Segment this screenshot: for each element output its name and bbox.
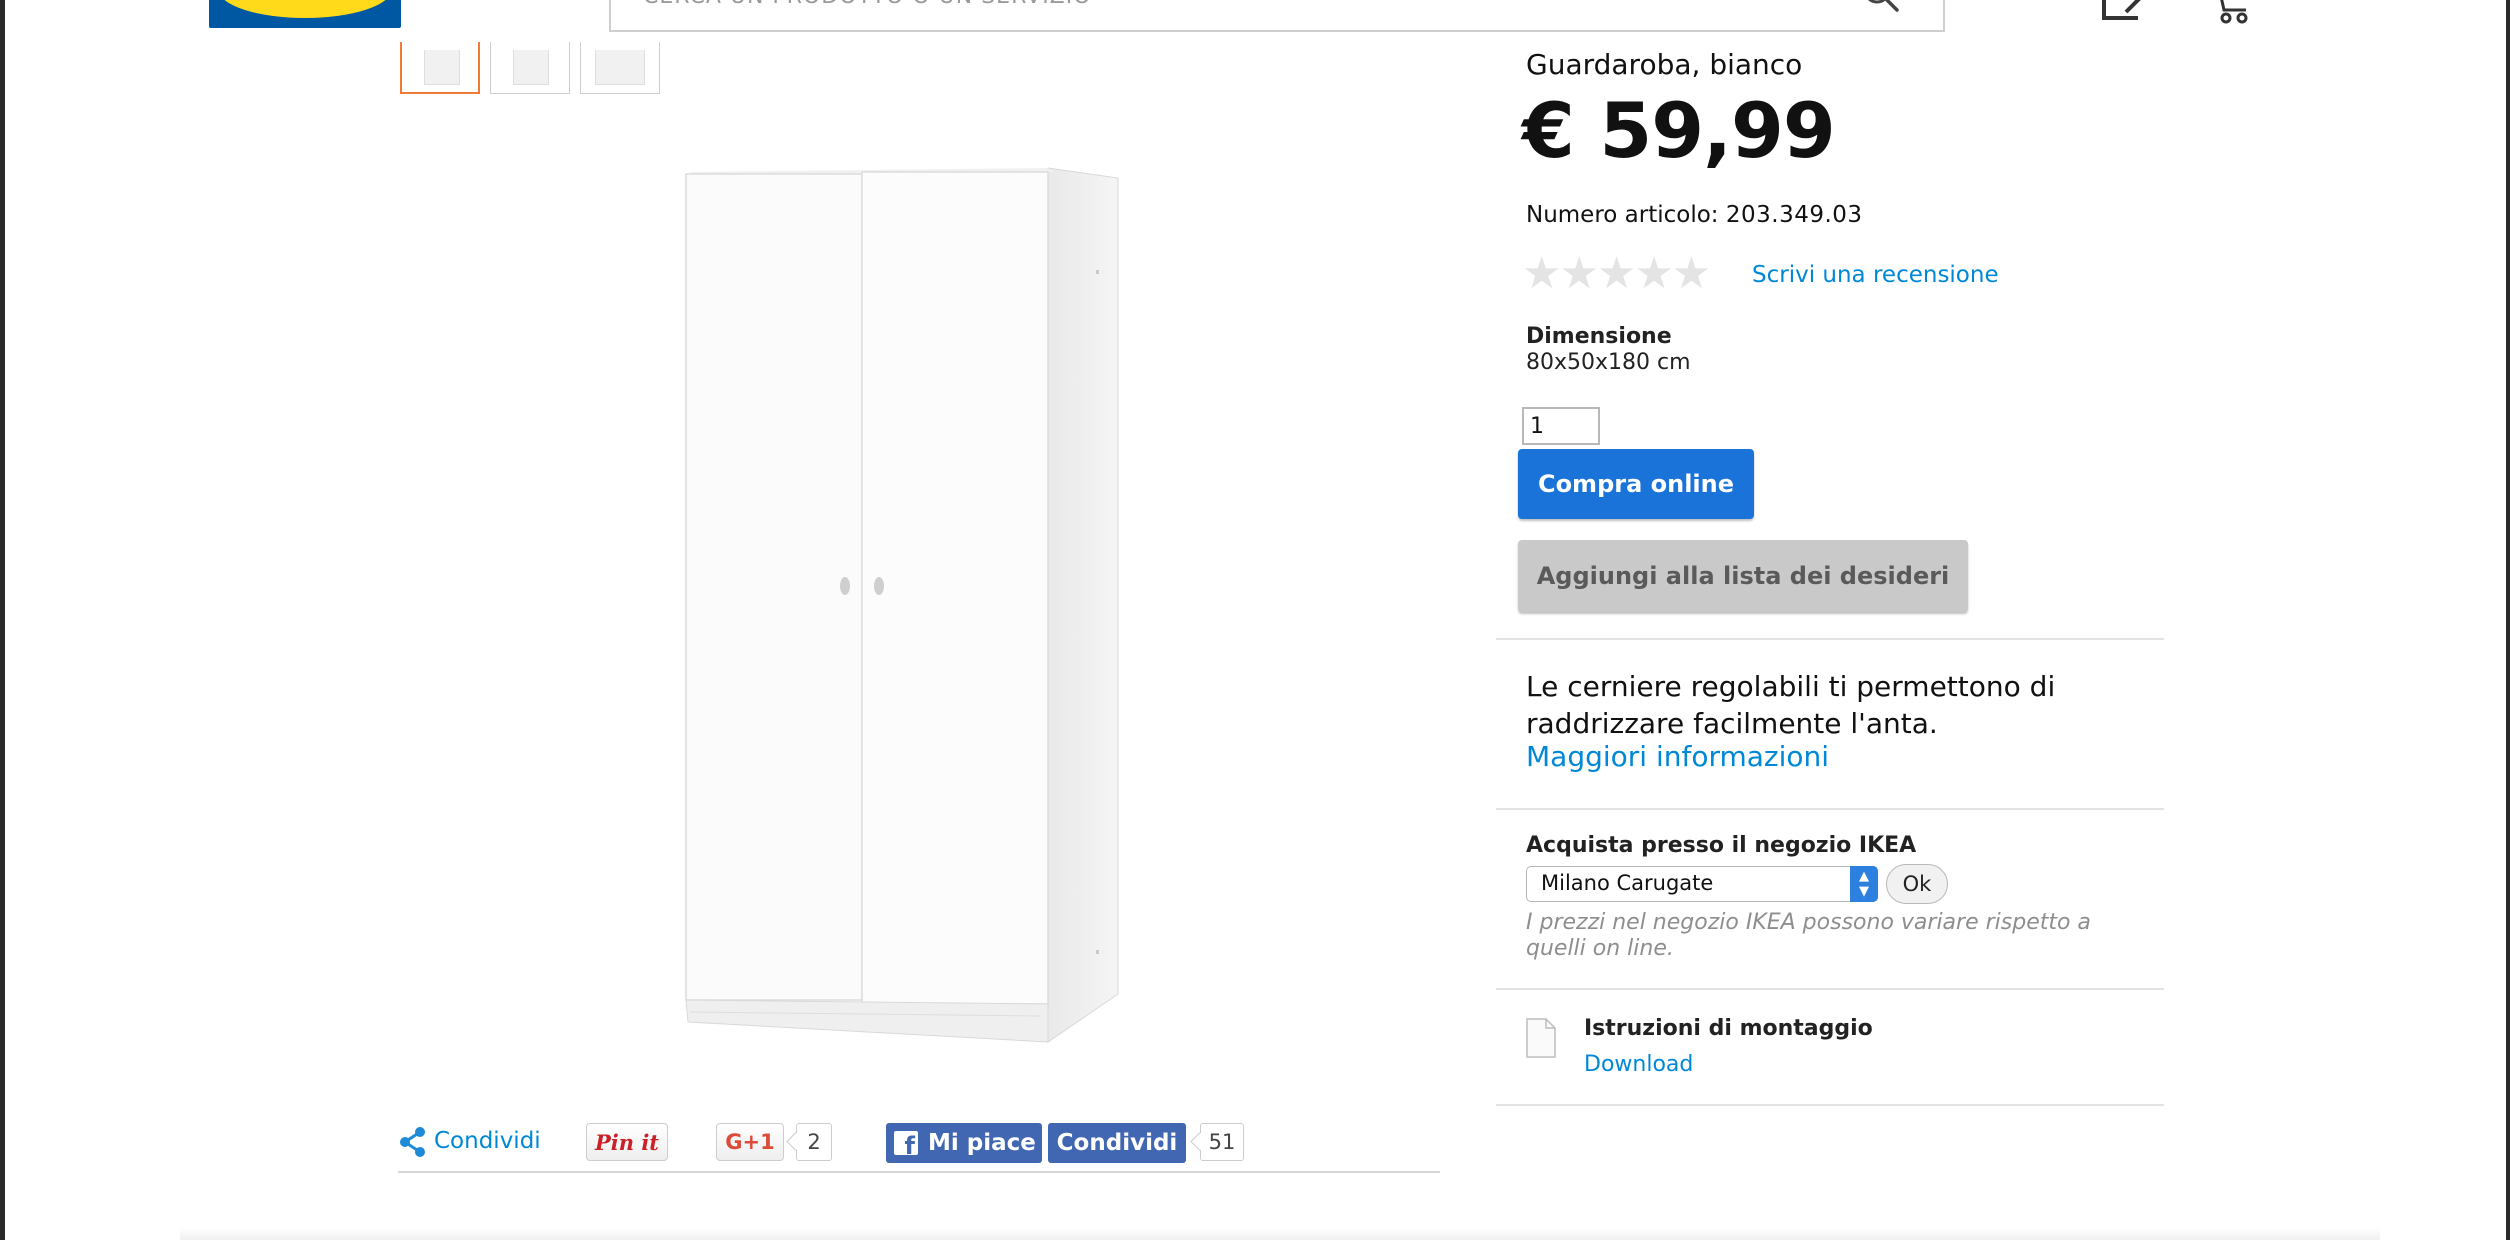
google-plus-count: 2: [796, 1123, 832, 1161]
rating-stars: ★★★★★: [1522, 248, 1711, 299]
dimension-label: Dimensione: [1526, 324, 1672, 349]
assembly-title: Istruzioni di montaggio: [1584, 1016, 1873, 1041]
share-bar-divider: [398, 1171, 1440, 1173]
search-input[interactable]: CERCA UN PRODOTTO O UN SERVIZIO: [609, 0, 1945, 32]
google-plus-label: G+1: [725, 1130, 775, 1154]
product-description: Le cerniere regolabili ti permettono di …: [1526, 670, 2056, 740]
shopping-list-icon[interactable]: [2098, 0, 2158, 24]
facebook-count: 51: [1200, 1123, 1244, 1161]
dimension-value: 80x50x180 cm: [1526, 350, 1691, 375]
footer-shadow: [180, 1228, 2380, 1240]
article-number: Numero articolo: 203.349.03: [1526, 202, 1863, 228]
more-info-link[interactable]: Maggiori informazioni: [1526, 740, 1829, 773]
divider: [1496, 808, 2164, 810]
article-label: Numero articolo:: [1526, 202, 1719, 228]
logo-text: IKEA: [209, 0, 401, 10]
product-subtitle: Guardaroba, bianco: [1526, 48, 1803, 81]
thumbnail-image: [595, 50, 645, 85]
facebook-like-label: Mi piace: [928, 1130, 1036, 1156]
pinterest-button[interactable]: Pin it: [586, 1123, 668, 1161]
store-price-note: I prezzi nel negozio IKEA possono variar…: [1526, 910, 2091, 961]
quantity-input[interactable]: [1522, 407, 1600, 445]
thumbnail-1[interactable]: [400, 42, 480, 94]
cart-icon[interactable]: [2208, 0, 2254, 24]
divider: [1496, 988, 2164, 990]
product-price: € 59,99: [1522, 86, 1836, 175]
thumbnail-image: [513, 50, 549, 85]
write-review-link[interactable]: Scrivi una recensione: [1752, 262, 1999, 288]
google-plus-button[interactable]: G+1: [716, 1123, 784, 1161]
search-placeholder: CERCA UN PRODOTTO O UN SERVIZIO: [643, 0, 1092, 9]
thumbnail-image: [424, 50, 460, 85]
document-icon: [1526, 1018, 1556, 1058]
window-edge-right: [2506, 0, 2510, 1240]
store-section-title: Acquista presso il negozio IKEA: [1526, 833, 1917, 858]
store-select[interactable]: Milano Carugate ▲ ▼: [1526, 866, 1878, 902]
select-arrows-icon: ▲ ▼: [1850, 866, 1878, 902]
ikea-logo[interactable]: IKEA: [209, 0, 401, 28]
product-image[interactable]: [680, 160, 1120, 1050]
search-icon[interactable]: [1859, 0, 1903, 14]
add-to-wishlist-button[interactable]: Aggiungi alla lista dei desideri: [1518, 540, 1968, 612]
buy-online-button[interactable]: Compra online: [1518, 449, 1754, 519]
share-icon[interactable]: [398, 1126, 428, 1158]
assembly-download-link[interactable]: Download: [1584, 1052, 1693, 1077]
share-link[interactable]: Condividi: [434, 1128, 541, 1154]
pinterest-label: Pin it: [594, 1130, 660, 1155]
facebook-icon: f: [894, 1131, 918, 1155]
window-edge-left: [0, 0, 5, 1240]
divider: [1496, 1104, 2164, 1106]
thumbnail-3[interactable]: [580, 42, 660, 94]
divider: [1496, 638, 2164, 640]
facebook-like-button[interactable]: f Mi piace: [886, 1123, 1042, 1163]
store-ok-button[interactable]: Ok: [1886, 864, 1948, 904]
facebook-share-button[interactable]: Condividi: [1048, 1123, 1186, 1163]
thumbnail-2[interactable]: [490, 42, 570, 94]
store-select-value: Milano Carugate: [1541, 871, 1714, 895]
article-value: 203.349.03: [1725, 202, 1863, 228]
